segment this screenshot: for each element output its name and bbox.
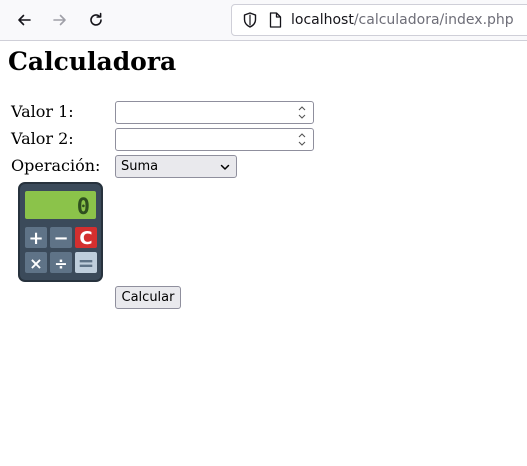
arrow-right-icon xyxy=(53,14,66,26)
operacion-label: Operación: xyxy=(11,156,101,175)
number-spinner-icon[interactable] xyxy=(297,104,307,121)
valor1-input[interactable] xyxy=(115,101,314,124)
page-title: Calculadora xyxy=(8,47,177,76)
chevron-down-icon xyxy=(220,164,230,170)
minus-key: − xyxy=(53,228,68,249)
calculator-display: 0 xyxy=(77,195,90,220)
forward-button[interactable] xyxy=(46,6,74,34)
browser-toolbar: localhost/calculadora/index.php xyxy=(0,0,527,41)
shield-icon[interactable] xyxy=(242,12,258,28)
url-path: /calculadora/index.php xyxy=(353,12,514,28)
operacion-selected-value: Suma xyxy=(121,159,159,174)
number-spinner-icon[interactable] xyxy=(297,131,307,148)
divide-key: ÷ xyxy=(54,254,67,273)
back-button[interactable] xyxy=(10,6,38,34)
url-text[interactable]: localhost/calculadora/index.php xyxy=(291,12,514,28)
valor2-label: Valor 2: xyxy=(11,129,74,148)
calcular-button[interactable]: Calcular xyxy=(115,286,181,309)
equals-key: = xyxy=(78,251,95,275)
valor1-label: Valor 1: xyxy=(11,102,74,121)
multiply-key: × xyxy=(29,254,42,273)
arrow-left-icon xyxy=(18,14,31,26)
valor2-input[interactable] xyxy=(115,128,314,151)
url-host: localhost xyxy=(291,12,354,28)
calculator-image: 0 + − C × ÷ = xyxy=(18,182,103,282)
reload-icon xyxy=(90,12,102,26)
operacion-select[interactable]: Suma xyxy=(115,155,237,178)
page-icon[interactable] xyxy=(267,12,283,28)
clear-key: C xyxy=(79,228,92,249)
plus-key: + xyxy=(28,228,43,249)
address-bar[interactable]: localhost/calculadora/index.php xyxy=(231,4,527,36)
reload-button[interactable] xyxy=(82,6,110,34)
